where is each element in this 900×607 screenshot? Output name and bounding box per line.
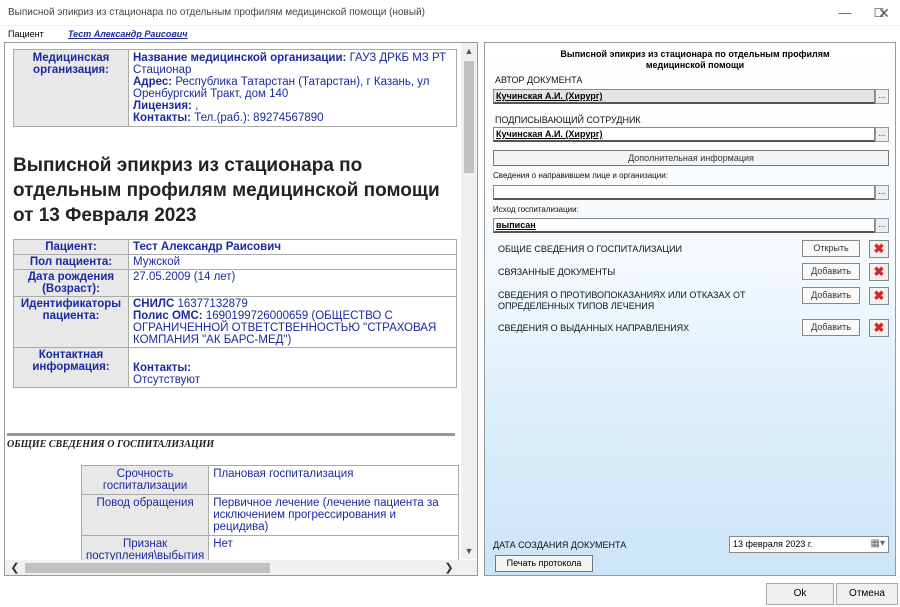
add-contraindications-button[interactable]: Добавить: [802, 287, 860, 304]
org-address-label: Адрес:: [133, 76, 173, 88]
author-select-button[interactable]: ...: [875, 89, 889, 104]
patient-table: Пациент: Тест Александр Раисович Пол пац…: [13, 239, 457, 388]
author-field[interactable]: Кучинская А.И. (Хирург): [493, 89, 875, 104]
horizontal-scrollbar[interactable]: ❮ ❯: [5, 560, 477, 575]
table-row: Идентификаторы пациента: СНИЛС 163771328…: [13, 296, 457, 348]
outcome-select-button[interactable]: ...: [875, 218, 889, 233]
contact-value: Контакты: Отсутствуют: [128, 347, 457, 388]
ids-key: Идентификаторы пациента:: [13, 296, 129, 348]
ok-button[interactable]: Ok: [766, 583, 834, 605]
signer-select-button[interactable]: ...: [875, 127, 889, 142]
outcome-label: Исход госпитализации:: [493, 205, 579, 214]
patient-value: Тест Александр Раисович: [128, 239, 457, 255]
signer-label: ПОДПИСЫВАЮЩИЙ СОТРУДНИК: [495, 115, 641, 125]
close-button[interactable]: ✕: [874, 3, 894, 23]
print-protocol-button[interactable]: Печать протокола: [495, 555, 593, 572]
org-key: Медицинская организация:: [13, 49, 129, 127]
row-label-related-docs: СВЯЗАННЫЕ ДОКУМЕНТЫ: [498, 267, 616, 277]
patient-key: Пациент:: [13, 239, 129, 255]
creation-date-value: 13 февраля 2023 г.: [733, 539, 813, 549]
scroll-up-icon[interactable]: ▲: [461, 43, 477, 59]
org-contacts-value: Тел.(раб.): 89274567890: [194, 112, 324, 124]
scroll-down-icon[interactable]: ▼: [461, 543, 477, 559]
table-row: Повод обращения Первичное лечение (лечен…: [80, 494, 459, 536]
add-related-docs-button[interactable]: Добавить: [802, 263, 860, 280]
delete-general-info-icon[interactable]: ✖: [869, 240, 889, 258]
document-preview-pane[interactable]: Медицинская организация: Название медици…: [4, 42, 478, 576]
referral-label: Сведения о направившем лице и организаци…: [493, 171, 668, 180]
add-referrals-button[interactable]: Добавить: [802, 319, 860, 336]
scroll-right-icon[interactable]: ❯: [441, 560, 457, 575]
delete-related-docs-icon[interactable]: ✖: [869, 263, 889, 281]
author-label: АВТОР ДОКУМЕНТА: [495, 75, 583, 85]
dob-value: 27.05.2009 (14 лет): [128, 269, 457, 297]
table-row: Контактная информация: Контакты: Отсутст…: [13, 347, 457, 388]
delete-referrals-icon[interactable]: ✖: [869, 319, 889, 337]
org-address-value: Республика Татарстан (Татарстан), г Каза…: [133, 76, 430, 100]
org-contacts-label: Контакты:: [133, 112, 192, 124]
outcome-field[interactable]: выписан: [493, 218, 875, 233]
org-details: Название медицинской организации: ГАУЗ Д…: [128, 49, 457, 127]
patient-bar: Пациент Тест Александр Раисович: [0, 27, 900, 41]
window-title: Выписной эпикриз из стационара по отдель…: [8, 7, 425, 18]
section-header-hospitalization: ОБЩИЕ СВЕДЕНИЯ О ГОСПИТАЛИЗАЦИИ: [7, 433, 455, 450]
organization-table: Медицинская организация: Название медици…: [13, 49, 457, 127]
document-title: Выписной эпикриз из стационара по отдель…: [13, 155, 440, 226]
row-label-referrals: СВЕДЕНИЯ О ВЫДАННЫХ НАПРАВЛЕНИЯХ: [498, 323, 690, 333]
ids-value: СНИЛС 16377132879 Полис ОМС: 16901997260…: [128, 296, 457, 348]
signer-field[interactable]: Кучинская А.И. (Хирург): [493, 127, 875, 142]
window-title-bar: Выписной эпикриз из стационара по отдель…: [0, 0, 900, 26]
org-name-label: Название медицинской организации:: [133, 52, 347, 64]
table-row: Пол пациента: Мужской: [13, 254, 457, 270]
patient-label: Пациент: [8, 29, 44, 39]
dob-key: Дата рождения (Возраст):: [13, 269, 129, 297]
referral-select-button[interactable]: ...: [875, 185, 889, 200]
open-general-info-button[interactable]: Открыть: [802, 240, 860, 257]
row-label-general-info: ОБЩИЕ СВЕДЕНИЯ О ГОСПИТАЛИЗАЦИИ: [498, 244, 683, 254]
sex-key: Пол пациента:: [13, 254, 129, 270]
table-row: Срочность госпитализации Плановая госпит…: [80, 465, 459, 495]
contact-key: Контактная информация:: [13, 347, 129, 388]
document-form-pane: Выписной эпикриз из стационара по отдель…: [484, 42, 896, 576]
vertical-scrollbar[interactable]: ▲ ▼: [461, 43, 477, 559]
form-title: Выписной эпикриз из стационара по отдель…: [560, 49, 830, 70]
additional-info-button[interactable]: Дополнительная информация: [493, 150, 889, 166]
org-license-value: ,: [195, 100, 199, 112]
horizontal-scroll-thumb[interactable]: [25, 563, 270, 573]
general-info-table: Срочность госпитализации Плановая госпит…: [80, 465, 459, 565]
delete-contraindications-icon[interactable]: ✖: [869, 287, 889, 305]
org-license-label: Лицензия:: [133, 100, 192, 112]
table-row: Дата рождения (Возраст): 27.05.2009 (14 …: [13, 269, 457, 297]
table-row: Пациент: Тест Александр Раисович: [13, 239, 457, 255]
scroll-left-icon[interactable]: ❮: [7, 560, 23, 575]
row-label-contraindications: СВЕДЕНИЯ О ПРОТИВОПОКАЗАНИЯХ ИЛИ ОТКАЗАХ…: [498, 290, 746, 311]
vertical-scroll-thumb[interactable]: [464, 61, 474, 173]
calendar-icon[interactable]: ▦▾: [871, 538, 885, 549]
minimize-button[interactable]: —: [830, 3, 860, 23]
creation-date-picker[interactable]: 13 февраля 2023 г. ▦▾: [729, 536, 889, 553]
referral-field[interactable]: [493, 185, 875, 200]
patient-link[interactable]: Тест Александр Раисович: [68, 29, 188, 39]
sex-value: Мужской: [128, 254, 457, 270]
cancel-button[interactable]: Отмена: [836, 583, 898, 605]
creation-date-label: ДАТА СОЗДАНИЯ ДОКУМЕНТА: [493, 540, 627, 550]
